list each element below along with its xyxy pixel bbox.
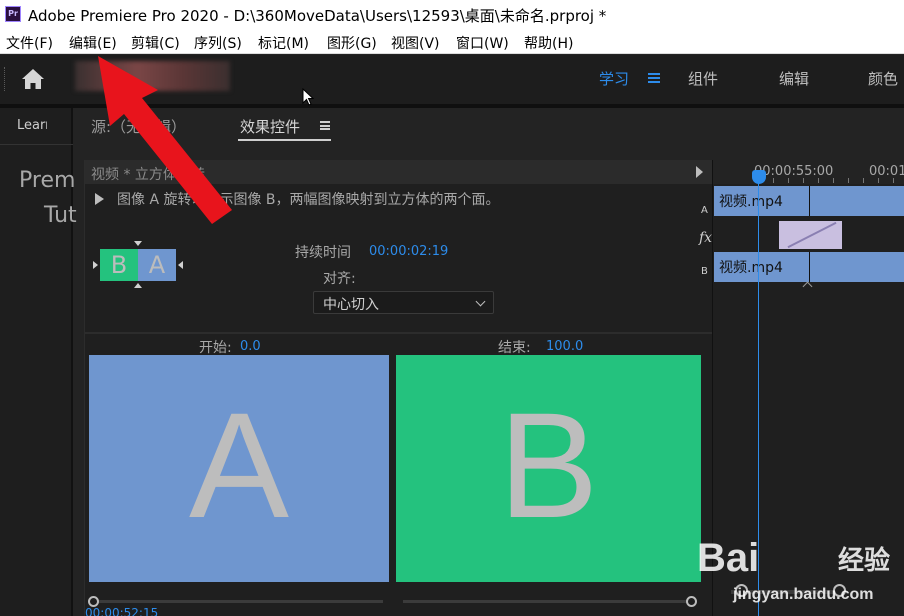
- baidu-url: jingyan.baidu.com: [733, 586, 874, 603]
- start-value[interactable]: 0.0: [240, 339, 261, 354]
- duration-label: 持续时间: [295, 245, 351, 261]
- transition-mini-preview[interactable]: B A: [100, 249, 176, 281]
- tab-learn[interactable]: Learn: [17, 118, 47, 133]
- mini-preview-b: B: [100, 249, 138, 281]
- track-label-a: A: [701, 205, 708, 216]
- alignment-dropdown[interactable]: 中心切入: [313, 291, 494, 314]
- workspace-tab-editing[interactable]: 编辑: [779, 68, 809, 89]
- panel-menu-icon[interactable]: [320, 121, 330, 130]
- preview-letter-a: A: [188, 381, 290, 549]
- section-separator: [85, 332, 713, 334]
- alignment-label: 对齐:: [323, 271, 356, 287]
- menu-marker[interactable]: 标记(M): [258, 33, 309, 53]
- learn-card-subtitle[interactable]: Tut: [44, 203, 77, 228]
- play-transition-icon[interactable]: [696, 166, 703, 178]
- direction-down-icon[interactable]: [134, 241, 142, 246]
- menu-file[interactable]: 文件(F): [6, 33, 53, 53]
- workspace-tab-color[interactable]: 颜色: [868, 68, 898, 89]
- workspace-menu-icon[interactable]: [648, 73, 660, 83]
- start-preview-a: A: [89, 355, 389, 582]
- premiere-app-icon: Pr: [5, 6, 21, 22]
- clip-a-name: 视频.mp4: [719, 194, 783, 210]
- chevron-up-icon[interactable]: [802, 281, 813, 292]
- clip-b-edge: [809, 252, 810, 282]
- annotation-arrow-icon: [98, 56, 232, 224]
- timeline-ruler[interactable]: 00:00:55:00 00:01: [713, 160, 904, 184]
- duration-value[interactable]: 00:00:02:19: [369, 244, 448, 259]
- chevron-down-icon: [475, 296, 486, 307]
- mini-preview-a: A: [138, 249, 176, 281]
- end-slider-track[interactable]: [403, 600, 693, 603]
- direction-up-icon[interactable]: [134, 283, 142, 288]
- start-slider-track[interactable]: [93, 600, 383, 603]
- transition-diagonal: [787, 221, 837, 249]
- end-label: 结束:: [498, 340, 531, 356]
- menu-help[interactable]: 帮助(H): [524, 33, 573, 53]
- workspace-tab-assembly[interactable]: 组件: [688, 68, 718, 89]
- clip-b-name: 视频.mp4: [719, 260, 783, 276]
- baidu-logo: Bai: [697, 536, 760, 580]
- window-title: Adobe Premiere Pro 2020 - D:\360MoveData…: [28, 7, 607, 25]
- menu-view[interactable]: 视图(V): [391, 33, 440, 53]
- learn-divider: [0, 144, 73, 145]
- end-slider-knob[interactable]: [686, 596, 697, 607]
- transition-clip[interactable]: [779, 221, 842, 249]
- workspace-tab-learning[interactable]: 学习: [599, 68, 629, 89]
- effect-controls-timecode[interactable]: 00:00:52:15: [85, 606, 158, 616]
- ruler-time-2: 00:01: [869, 164, 904, 179]
- home-icon[interactable]: [20, 66, 46, 92]
- end-value[interactable]: 100.0: [546, 339, 583, 354]
- direction-right-icon[interactable]: [93, 261, 98, 269]
- title-bar: Pr Adobe Premiere Pro 2020 - D:\360MoveD…: [0, 0, 904, 29]
- track-label-b: B: [701, 266, 708, 277]
- direction-left-icon[interactable]: [178, 261, 183, 269]
- playhead-handle[interactable]: [752, 170, 766, 184]
- alignment-value: 中心切入: [323, 297, 379, 313]
- active-tab-indicator: [238, 139, 331, 141]
- fx-icon: fx: [699, 230, 713, 246]
- end-preview-b: B: [396, 355, 701, 582]
- preview-letter-b: B: [498, 381, 599, 549]
- learn-card-title[interactable]: Prem: [19, 168, 75, 193]
- panel-grip-handle[interactable]: [4, 67, 6, 91]
- start-label: 开始:: [199, 340, 232, 356]
- menu-window[interactable]: 窗口(W): [456, 33, 509, 53]
- learn-panel: Learn Prem Tut: [0, 108, 77, 616]
- baidu-jingyan-text: 经验: [838, 546, 891, 576]
- clip-a-edge: [809, 186, 810, 216]
- menu-graphics[interactable]: 图形(G): [327, 33, 377, 53]
- mouse-cursor-icon: [302, 88, 314, 106]
